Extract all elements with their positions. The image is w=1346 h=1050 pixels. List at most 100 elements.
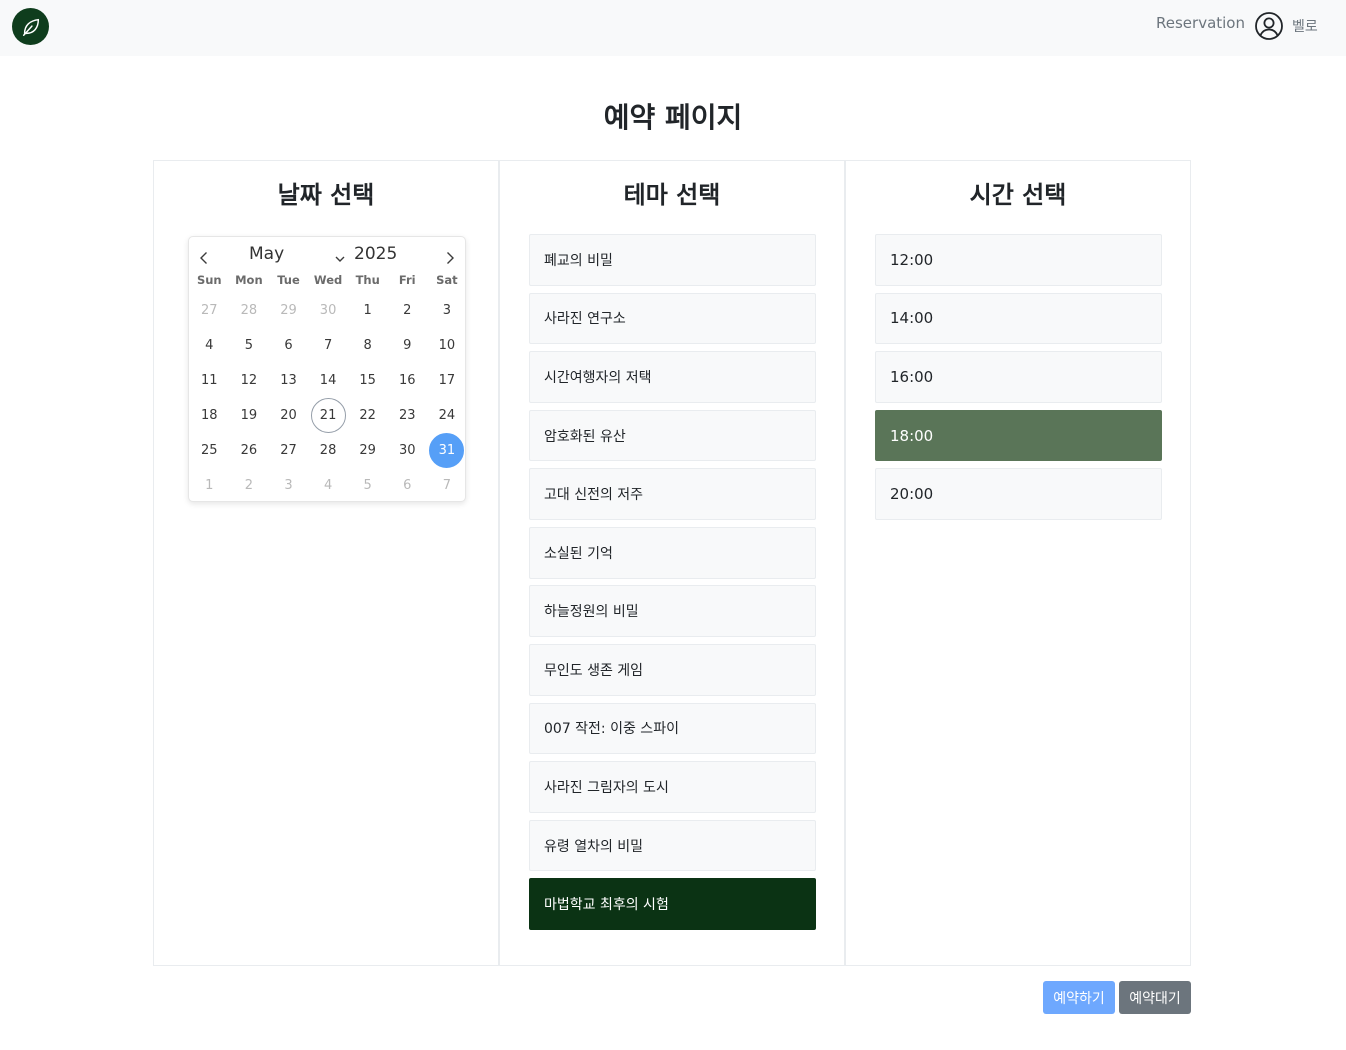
- calendar-day[interactable]: 30: [387, 433, 427, 468]
- calendar-day-number: 27: [201, 303, 218, 318]
- calendar-day[interactable]: 28: [229, 293, 269, 328]
- theme-item[interactable]: 고대 신전의 저주: [529, 468, 816, 520]
- calendar-day[interactable]: 17: [427, 363, 467, 398]
- calendar-day[interactable]: 3: [269, 468, 309, 503]
- calendar-day[interactable]: 20: [269, 398, 309, 433]
- calendar-day[interactable]: 27: [269, 433, 309, 468]
- calendar-day-number: 12: [240, 373, 258, 388]
- calendar-day[interactable]: 25: [190, 433, 230, 468]
- time-slot-selected[interactable]: 18:00: [875, 409, 1162, 462]
- page-title: 예약 페이지: [603, 101, 743, 134]
- calendar-weekday-header: Sun Mon Tue Wed Thu Fri Sat: [189, 273, 465, 287]
- home-logo[interactable]: [12, 8, 49, 45]
- user-circle-icon: [1255, 12, 1283, 40]
- calendar-day[interactable]: 11: [190, 363, 230, 398]
- calendar-day-number: 1: [205, 478, 214, 493]
- calendar-day-number: 3: [284, 478, 293, 493]
- theme-item[interactable]: 소실된 기억: [529, 526, 816, 579]
- calendar-day-number: 28: [240, 303, 258, 318]
- time-slot[interactable]: 20:00: [875, 468, 1162, 520]
- calendar-day-number: 4: [323, 478, 333, 493]
- calendar-day[interactable]: 30: [308, 293, 348, 328]
- calendar-day-number: 15: [359, 373, 376, 388]
- calendar-day[interactable]: 1: [190, 468, 230, 503]
- calendar-day-number: 16: [398, 373, 416, 388]
- calendar-day[interactable]: 6: [269, 328, 309, 363]
- reserve-button[interactable]: 예약하기: [1043, 981, 1115, 1014]
- calendar-day[interactable]: 2: [387, 293, 427, 328]
- calendar-day-number: 14: [319, 373, 337, 388]
- theme-item-selected[interactable]: 마법학교 최후의 시험: [529, 878, 816, 931]
- calendar-day[interactable]: 23: [387, 398, 427, 433]
- calendar-day[interactable]: 9: [387, 328, 427, 363]
- calendar-day-number: 6: [403, 478, 412, 493]
- calendar-day-number: 8: [363, 338, 372, 353]
- calendar-day[interactable]: 7: [308, 328, 348, 363]
- time-slot[interactable]: 14:00: [875, 292, 1162, 345]
- calendar-day-number: 10: [438, 338, 456, 353]
- theme-item[interactable]: 시간여행자의 저택: [529, 351, 816, 403]
- calendar-day[interactable]: 18: [190, 398, 230, 433]
- waitlist-button[interactable]: 예약대기: [1119, 981, 1191, 1014]
- calendar-day[interactable]: 12: [229, 363, 269, 398]
- calendar-day[interactable]: 16: [387, 363, 427, 398]
- theme-item[interactable]: 유령 열차의 비밀: [529, 819, 816, 872]
- calendar-day-number: 18: [201, 408, 218, 423]
- calendar-year-input[interactable]: 2025: [354, 244, 397, 264]
- month-dropdown-button[interactable]: [335, 248, 345, 267]
- chevron-left-icon: [200, 252, 207, 264]
- date-calendar: May 2025 Sun Mon Tue Wed Thu Fri Sat 27 28 29 30 1…: [188, 236, 466, 502]
- calendar-day-selected[interactable]: 31: [427, 433, 467, 468]
- calendar-day-number: 5: [363, 478, 372, 493]
- calendar-day[interactable]: 22: [348, 398, 388, 433]
- calendar-day[interactable]: 6: [387, 468, 427, 503]
- calendar-day[interactable]: 4: [308, 468, 348, 503]
- theme-item[interactable]: 사라진 그림자의 도시: [529, 761, 816, 813]
- time-slot[interactable]: 16:00: [875, 351, 1162, 403]
- calendar-day-number: 27: [280, 443, 297, 458]
- calendar-day[interactable]: 28: [308, 433, 348, 468]
- theme-item[interactable]: 007 작전: 이중 스파이: [529, 702, 816, 755]
- calendar-day[interactable]: 4: [190, 328, 230, 363]
- calendar-day-today[interactable]: 21: [308, 398, 348, 433]
- calendar-day[interactable]: 26: [229, 433, 269, 468]
- time-slot[interactable]: 12:00: [875, 234, 1162, 286]
- prev-month-button[interactable]: [195, 249, 213, 267]
- calendar-day[interactable]: 8: [348, 328, 388, 363]
- weekday-label: Fri: [398, 273, 416, 287]
- calendar-day[interactable]: 29: [269, 293, 309, 328]
- next-month-button[interactable]: [441, 249, 459, 267]
- calendar-day-number: 21: [310, 398, 346, 433]
- user-profile-menu[interactable]: 벨로: [1254, 11, 1318, 41]
- calendar-day[interactable]: 15: [348, 363, 388, 398]
- calendar-day-number: 13: [280, 373, 297, 388]
- theme-item[interactable]: 하늘정원의 비밀: [529, 585, 816, 638]
- calendar-day[interactable]: 1: [348, 293, 388, 328]
- calendar-day[interactable]: 7: [427, 468, 467, 503]
- calendar-day[interactable]: 3: [427, 293, 467, 328]
- calendar-day[interactable]: 5: [229, 328, 269, 363]
- theme-item[interactable]: 암호화된 유산: [529, 409, 816, 462]
- leaf-icon: [22, 18, 39, 36]
- calendar-day[interactable]: 5: [348, 468, 388, 503]
- calendar-day[interactable]: 27: [190, 293, 230, 328]
- calendar-day-number: 2: [244, 478, 254, 493]
- calendar-day[interactable]: 13: [269, 363, 309, 398]
- calendar-day[interactable]: 19: [229, 398, 269, 433]
- time-panel-title: 시간 선택: [969, 181, 1067, 209]
- calendar-day[interactable]: 24: [427, 398, 467, 433]
- calendar-day[interactable]: 10: [427, 328, 467, 363]
- theme-item[interactable]: 폐교의 비밀: [529, 234, 816, 286]
- calendar-day[interactable]: 29: [348, 433, 388, 468]
- theme-item[interactable]: 무인도 생존 게임: [529, 644, 816, 696]
- calendar-day-number: 19: [240, 408, 258, 423]
- time-list: 12:00 14:00 16:00 18:00 20:00: [875, 234, 1162, 527]
- theme-item[interactable]: 사라진 연구소: [529, 292, 816, 345]
- reservation-nav-link[interactable]: Reservation: [1156, 14, 1245, 32]
- calendar-day[interactable]: 14: [308, 363, 348, 398]
- calendar-day-number: 29: [280, 303, 297, 318]
- calendar-day[interactable]: 2: [229, 468, 269, 503]
- theme-selection-panel: 테마 선택 폐교의 비밀 사라진 연구소 시간여행자의 저택 암호화된 유산 고대 신전…: [499, 160, 845, 966]
- calendar-month-select[interactable]: May: [249, 244, 284, 264]
- calendar-day-number: 5: [244, 338, 254, 353]
